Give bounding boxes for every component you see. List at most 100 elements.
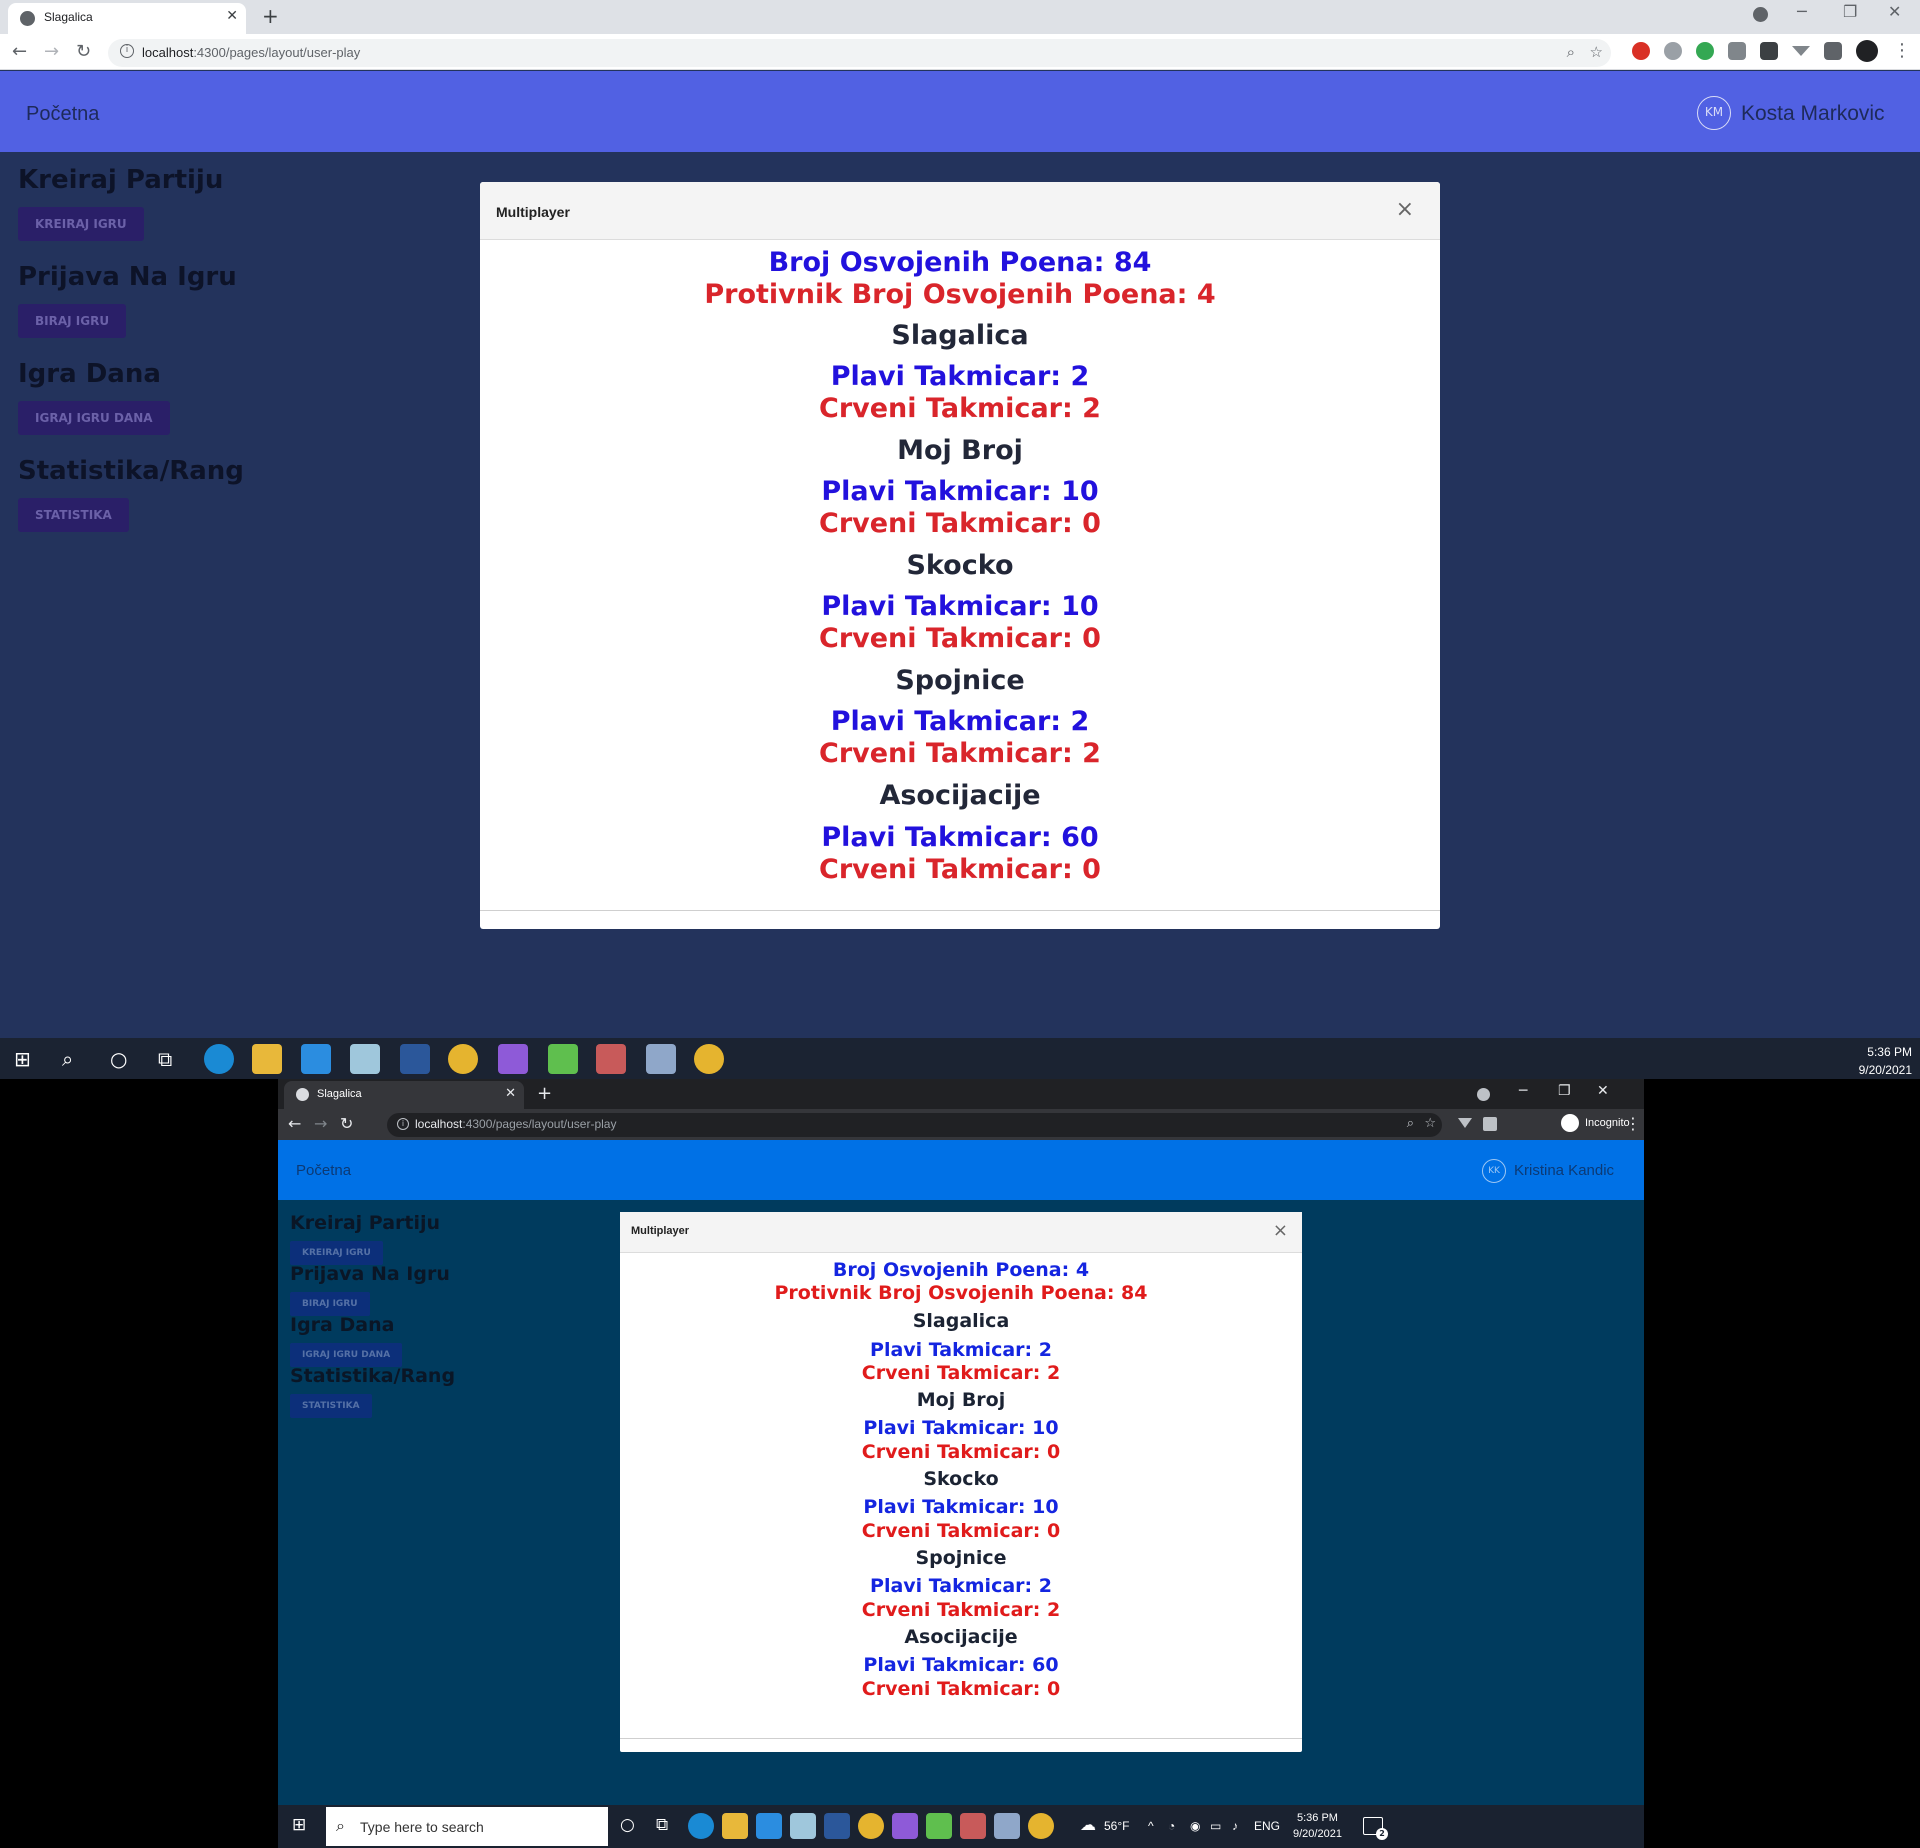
weather-temp[interactable]: 56°F <box>1104 1819 1129 1833</box>
task-view-icon[interactable]: ⧉ <box>656 1815 668 1835</box>
paint-icon[interactable] <box>960 1813 986 1839</box>
reload-icon[interactable]: ↻ <box>76 41 91 62</box>
close-icon[interactable]: × <box>1273 1220 1288 1241</box>
cortana-icon[interactable]: ○ <box>110 1047 127 1071</box>
play-game-of-day-button[interactable]: IGRAJ IGRU DANA <box>18 401 170 435</box>
paint3d-icon[interactable] <box>646 1044 676 1074</box>
info-icon[interactable]: i <box>397 1118 409 1130</box>
vscode-icon[interactable] <box>301 1044 331 1074</box>
reload-icon[interactable]: ↻ <box>340 1114 353 1133</box>
tab-search-icon[interactable] <box>1753 7 1768 22</box>
chrome-icon[interactable] <box>694 1044 724 1074</box>
cortana-icon[interactable]: ○ <box>620 1815 635 1835</box>
word-icon[interactable] <box>824 1813 850 1839</box>
extension-pdf-icon[interactable] <box>1728 42 1746 60</box>
nav-home-link[interactable]: Početna <box>296 1162 351 1179</box>
volume-icon[interactable]: ♪ <box>1232 1819 1238 1833</box>
restore-icon[interactable]: ❐ <box>1843 2 1857 21</box>
create-game-button[interactable]: KREIRAJ IGRU <box>290 1241 383 1265</box>
windows-taskbar: ⊞ ⌕ Type here to search ○ ⧉ ☁ 56°F ^ ◔ ◉… <box>278 1805 1644 1848</box>
minimize-icon[interactable]: ─ <box>1797 2 1807 21</box>
taskbar-search-placeholder: Type here to search <box>360 1819 484 1835</box>
extension-vue-icon[interactable] <box>1792 46 1810 56</box>
extension-vue-icon[interactable] <box>1458 1118 1472 1128</box>
battery-icon[interactable]: ▭ <box>1210 1819 1221 1833</box>
paint-icon[interactable] <box>596 1044 626 1074</box>
forward-icon[interactable]: → <box>44 41 59 62</box>
edge-icon[interactable] <box>688 1813 714 1839</box>
new-tab-icon[interactable]: + <box>537 1083 552 1104</box>
extension-grammarly-icon[interactable] <box>1696 42 1714 60</box>
windows-start-icon[interactable]: ⊞ <box>14 1047 31 1071</box>
back-icon[interactable]: ← <box>12 41 27 62</box>
chevron-up-icon[interactable]: ^ <box>1148 1819 1154 1833</box>
statistics-button[interactable]: STATISTIKA <box>18 498 129 532</box>
extension-cast-icon[interactable] <box>1760 42 1778 60</box>
python-icon[interactable] <box>548 1044 578 1074</box>
meet-icon[interactable]: ◉ <box>1190 1819 1200 1833</box>
system-clock[interactable]: 5:36 PM 9/20/2021 <box>1293 1810 1342 1842</box>
menu-dots-icon[interactable]: ⋮ <box>1625 1114 1641 1133</box>
file-explorer-icon[interactable] <box>252 1044 282 1074</box>
extension-opera-icon[interactable] <box>1632 42 1650 60</box>
play-game-of-day-button[interactable]: IGRAJ IGRU DANA <box>290 1343 403 1367</box>
app-icon[interactable] <box>350 1044 380 1074</box>
visual-studio-icon[interactable] <box>498 1044 528 1074</box>
task-view-icon[interactable]: ⧉ <box>158 1047 172 1071</box>
address-bar[interactable]: i localhost:4300/pages/layout/user-play … <box>387 1113 1442 1137</box>
menu-dots-icon[interactable]: ⋮ <box>1893 40 1911 61</box>
network-icon[interactable]: ◔ <box>1168 1819 1175 1833</box>
extensions-puzzle-icon[interactable] <box>1483 1117 1497 1131</box>
file-explorer-icon[interactable] <box>722 1813 748 1839</box>
restore-icon[interactable]: ❐ <box>1558 1083 1571 1099</box>
bookmark-star-icon[interactable]: ☆ <box>1590 43 1603 61</box>
notification-icon[interactable]: 2 <box>1363 1817 1388 1840</box>
create-game-button[interactable]: KREIRAJ IGRU <box>18 207 144 241</box>
close-tab-icon[interactable]: ✕ <box>505 1086 516 1101</box>
extensions-puzzle-icon[interactable] <box>1824 42 1842 60</box>
windows-start-icon[interactable]: ⊞ <box>292 1815 306 1835</box>
close-icon[interactable]: × <box>1396 197 1414 222</box>
search-icon[interactable]: ⌕ <box>62 1047 73 1071</box>
close-tab-icon[interactable]: ✕ <box>226 8 238 24</box>
vscode-icon[interactable] <box>756 1813 782 1839</box>
tab-search-icon[interactable] <box>1477 1088 1490 1101</box>
choose-game-button[interactable]: BIRAJ IGRU <box>290 1292 370 1316</box>
nav-home-link[interactable]: Početna <box>26 103 99 126</box>
choose-game-button[interactable]: BIRAJ IGRU <box>18 304 127 338</box>
user-avatar[interactable]: KM <box>1697 96 1731 130</box>
cloud-icon[interactable]: ☁ <box>1080 1815 1096 1835</box>
extension-compass-icon[interactable] <box>1664 42 1682 60</box>
user-name[interactable]: Kosta Markovic <box>1741 102 1885 126</box>
chrome-icon[interactable] <box>858 1813 884 1839</box>
app-icon[interactable] <box>790 1813 816 1839</box>
system-clock[interactable]: 5:36 PM 9/20/2021 <box>1859 1043 1912 1079</box>
info-icon[interactable]: i <box>120 44 134 58</box>
user-name[interactable]: Kristina Kandic <box>1514 1162 1614 1179</box>
browser-tab[interactable]: Slagalica ✕ <box>8 3 246 34</box>
incognito-indicator[interactable]: Incognito <box>1561 1114 1630 1132</box>
taskbar-search-box[interactable]: ⌕ Type here to search <box>326 1807 608 1846</box>
statistics-button[interactable]: STATISTIKA <box>290 1394 372 1418</box>
bookmark-star-icon[interactable]: ☆ <box>1424 1116 1436 1131</box>
close-window-icon[interactable]: ✕ <box>1888 2 1901 21</box>
visual-studio-icon[interactable] <box>892 1813 918 1839</box>
language-indicator[interactable]: ENG <box>1254 1819 1280 1833</box>
edge-icon[interactable] <box>204 1044 234 1074</box>
address-bar[interactable]: i localhost:4300/pages/layout/user-play … <box>108 39 1611 67</box>
word-icon[interactable] <box>400 1044 430 1074</box>
chrome-icon[interactable] <box>1028 1813 1054 1839</box>
new-tab-icon[interactable]: + <box>262 4 279 28</box>
profile-avatar-icon[interactable] <box>1856 40 1878 62</box>
zoom-icon[interactable]: ⌕ <box>1567 43 1575 61</box>
forward-icon[interactable]: → <box>314 1114 327 1133</box>
chrome-icon[interactable] <box>448 1044 478 1074</box>
user-avatar[interactable]: KK <box>1482 1159 1506 1183</box>
zoom-icon[interactable]: ⌕ <box>1407 1116 1414 1131</box>
back-icon[interactable]: ← <box>288 1114 301 1133</box>
minimize-icon[interactable]: ─ <box>1519 1083 1527 1099</box>
close-window-icon[interactable]: ✕ <box>1597 1083 1609 1099</box>
python-icon[interactable] <box>926 1813 952 1839</box>
paint3d-icon[interactable] <box>994 1813 1020 1839</box>
browser-tab[interactable]: Slagalica ✕ <box>284 1081 524 1109</box>
